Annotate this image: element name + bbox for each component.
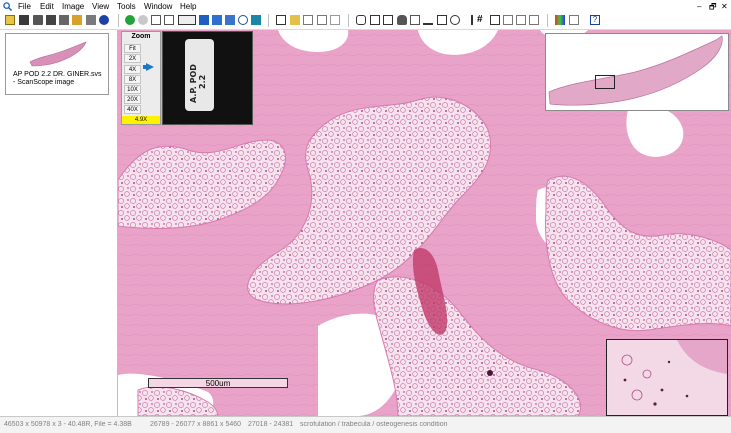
status-view-region: 26789 - 26077 x 8861 x 5460 <box>150 421 242 428</box>
overview-panel[interactable] <box>545 33 729 111</box>
zoom-8x-button[interactable]: 8X <box>124 75 141 84</box>
save-icon[interactable] <box>19 15 29 25</box>
toolbar-separator <box>118 14 119 27</box>
grid-icon[interactable]: # <box>477 15 487 25</box>
snapshot-icon[interactable] <box>72 15 82 25</box>
overview-image <box>548 35 723 106</box>
go-icon[interactable] <box>125 15 135 25</box>
zoom-20x-button[interactable]: 20X <box>124 95 141 104</box>
print-icon[interactable] <box>33 15 43 25</box>
slide-label-line1: A.P. POD <box>189 64 198 103</box>
arrow-tool-icon[interactable] <box>463 15 473 25</box>
thumbnail-panel: AP POD 2.2 DR. GINER.svs - ScanScope ima… <box>0 30 118 416</box>
slide-label-panel: A.P. POD 2.2 <box>162 31 253 125</box>
annotation-import-icon[interactable] <box>303 15 313 25</box>
menu-image[interactable]: Image <box>62 1 84 12</box>
menu-bar: File Edit Image View Tools Window Help –… <box>0 0 731 13</box>
dual-view-icon[interactable] <box>199 15 209 25</box>
link-icon[interactable] <box>164 15 174 25</box>
close-button[interactable]: ✕ <box>721 1 728 12</box>
toolbar-separator <box>268 14 269 27</box>
overview-viewport-box[interactable] <box>595 75 615 89</box>
lasso-icon[interactable] <box>410 15 420 25</box>
toolbar-separator <box>348 14 349 27</box>
slide-thumbnail-label: AP POD 2.2 DR. GINER.svs - ScanScope ima… <box>13 71 102 86</box>
slide-label-text: A.P. POD 2.2 <box>189 64 207 103</box>
pen-icon[interactable] <box>397 15 407 25</box>
ruler-icon[interactable] <box>423 15 433 25</box>
compare-icon[interactable] <box>503 15 513 25</box>
pan-hand-icon[interactable] <box>356 15 366 25</box>
network-icon[interactable] <box>151 15 161 25</box>
counter-icon[interactable] <box>490 15 500 25</box>
annotation-edit-icon[interactable] <box>276 15 286 25</box>
rectangle-tool-icon[interactable] <box>437 15 447 25</box>
zoom-title: Zoom <box>131 33 151 40</box>
compare-view-icon[interactable] <box>330 15 340 25</box>
slide-thumbnail[interactable]: AP POD 2.2 DR. GINER.svs - ScanScope ima… <box>5 33 109 95</box>
toolbar: # ? <box>0 13 731 30</box>
crop-icon[interactable] <box>370 15 380 25</box>
ellipse-tool-icon[interactable] <box>450 15 460 25</box>
annotation-folder-icon[interactable] <box>290 15 300 25</box>
zoom-window-icon[interactable] <box>238 15 248 25</box>
zoom-fit-button[interactable]: Fit <box>124 44 141 53</box>
restore-button[interactable]: 🗗 <box>709 1 717 12</box>
color-adjust-icon[interactable] <box>555 15 565 25</box>
annotation-export-icon[interactable] <box>317 15 327 25</box>
filter-icon[interactable] <box>569 15 579 25</box>
properties-icon[interactable] <box>86 15 96 25</box>
info-icon[interactable] <box>99 15 109 25</box>
scale-bar: 500um <box>148 378 288 388</box>
magnified-image <box>607 340 727 415</box>
export-icon[interactable] <box>59 15 69 25</box>
status-image-size: 46503 x 50978 x 3 - 40.48R, File = 4.38B <box>4 421 132 428</box>
menu-view[interactable]: View <box>92 1 109 12</box>
magnifier-icon[interactable] <box>225 15 235 25</box>
select-region-icon[interactable] <box>178 15 196 25</box>
status-cursor-position: 27018 - 24381 <box>248 421 294 428</box>
help-icon[interactable]: ? <box>590 15 600 25</box>
copy-icon[interactable] <box>46 15 56 25</box>
copy-layers-icon[interactable] <box>529 15 539 25</box>
menu-tools[interactable]: Tools <box>117 1 136 12</box>
overview-icon[interactable] <box>212 15 222 25</box>
zoom-pointer-icon[interactable] <box>146 63 154 71</box>
open-folder-icon[interactable] <box>5 15 15 25</box>
arrow-select-icon[interactable] <box>383 15 393 25</box>
slide-label-line2: 2.2 <box>198 74 207 89</box>
menu-window[interactable]: Window <box>144 1 172 12</box>
menu-file[interactable]: File <box>18 1 31 12</box>
status-bar: 46503 x 50978 x 3 - 40.48R, File = 4.38B… <box>0 416 731 433</box>
refresh-icon[interactable] <box>251 15 261 25</box>
minimize-button[interactable]: – <box>697 1 701 12</box>
stop-icon[interactable] <box>138 15 148 25</box>
layers-icon[interactable] <box>516 15 526 25</box>
magnifier-window[interactable] <box>606 339 728 416</box>
zoom-4x-button[interactable]: 4X <box>124 65 141 74</box>
slide-label-sticker: A.P. POD 2.2 <box>185 39 214 111</box>
slide-thumbnail-image <box>29 41 87 67</box>
menu-edit[interactable]: Edit <box>40 1 54 12</box>
zoom-current-value: 4.9X <box>122 116 160 124</box>
status-description: scrofulation / trabecula / osteogenesis … <box>300 421 448 428</box>
zoom-2x-button[interactable]: 2X <box>124 54 141 63</box>
zoom-10x-button[interactable]: 10X <box>124 85 141 94</box>
zoom-40x-button[interactable]: 40X <box>124 105 141 114</box>
app-magnifier-icon <box>3 2 12 11</box>
menu-help[interactable]: Help <box>180 1 196 12</box>
toolbar-separator <box>547 14 548 27</box>
zoom-panel: Zoom Fit 2X 4X 8X 10X 20X 40X 4.9X <box>121 31 161 125</box>
